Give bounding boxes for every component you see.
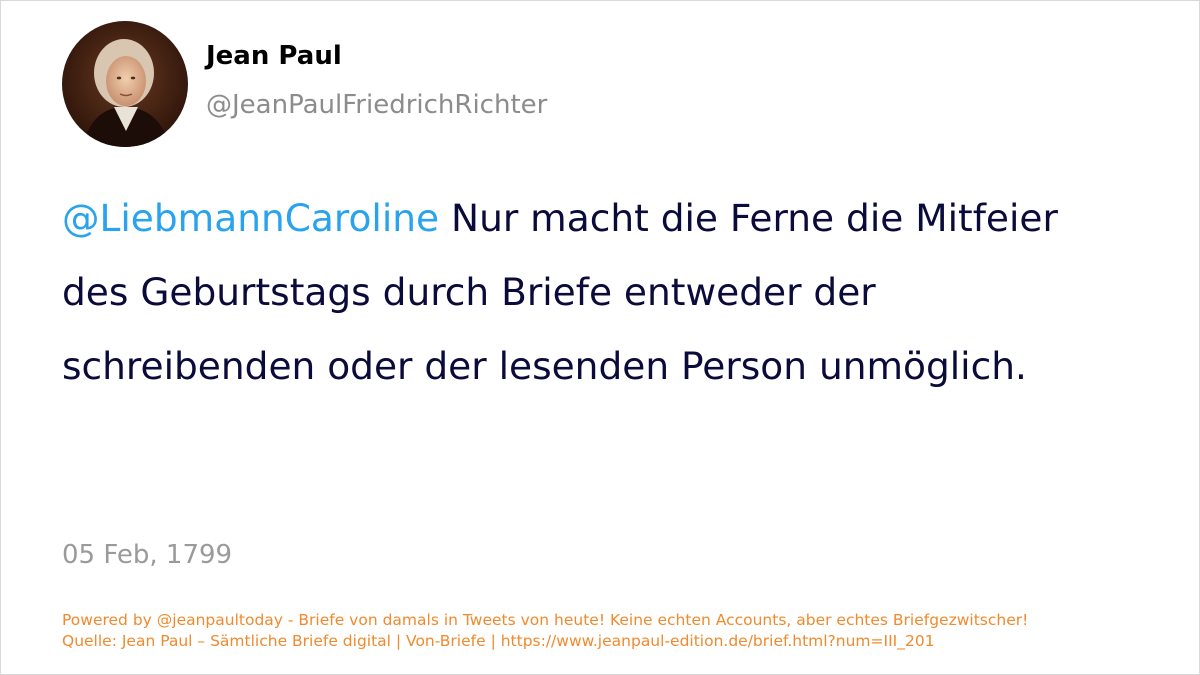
avatar[interactable] <box>62 21 188 147</box>
footer: Powered by @jeanpaultoday - Briefe von d… <box>62 610 1028 652</box>
author-name[interactable]: Jean Paul <box>206 41 342 71</box>
footer-powered-by: Powered by @jeanpaultoday - Briefe von d… <box>62 611 1029 629</box>
portrait-avatar-icon <box>62 21 188 147</box>
tweet-date: 05 Feb, 1799 <box>62 540 233 570</box>
tweet-text: @LiebmannCaroline Nur macht die Ferne di… <box>62 181 1072 403</box>
tweet-card: Jean Paul @JeanPaulFriedrichRichter @Lie… <box>0 0 1200 675</box>
footer-source: Quelle: Jean Paul – Sämtliche Briefe dig… <box>62 632 935 650</box>
author-handle[interactable]: @JeanPaulFriedrichRichter <box>206 90 547 120</box>
mention-link[interactable]: @LiebmannCaroline <box>62 196 439 240</box>
